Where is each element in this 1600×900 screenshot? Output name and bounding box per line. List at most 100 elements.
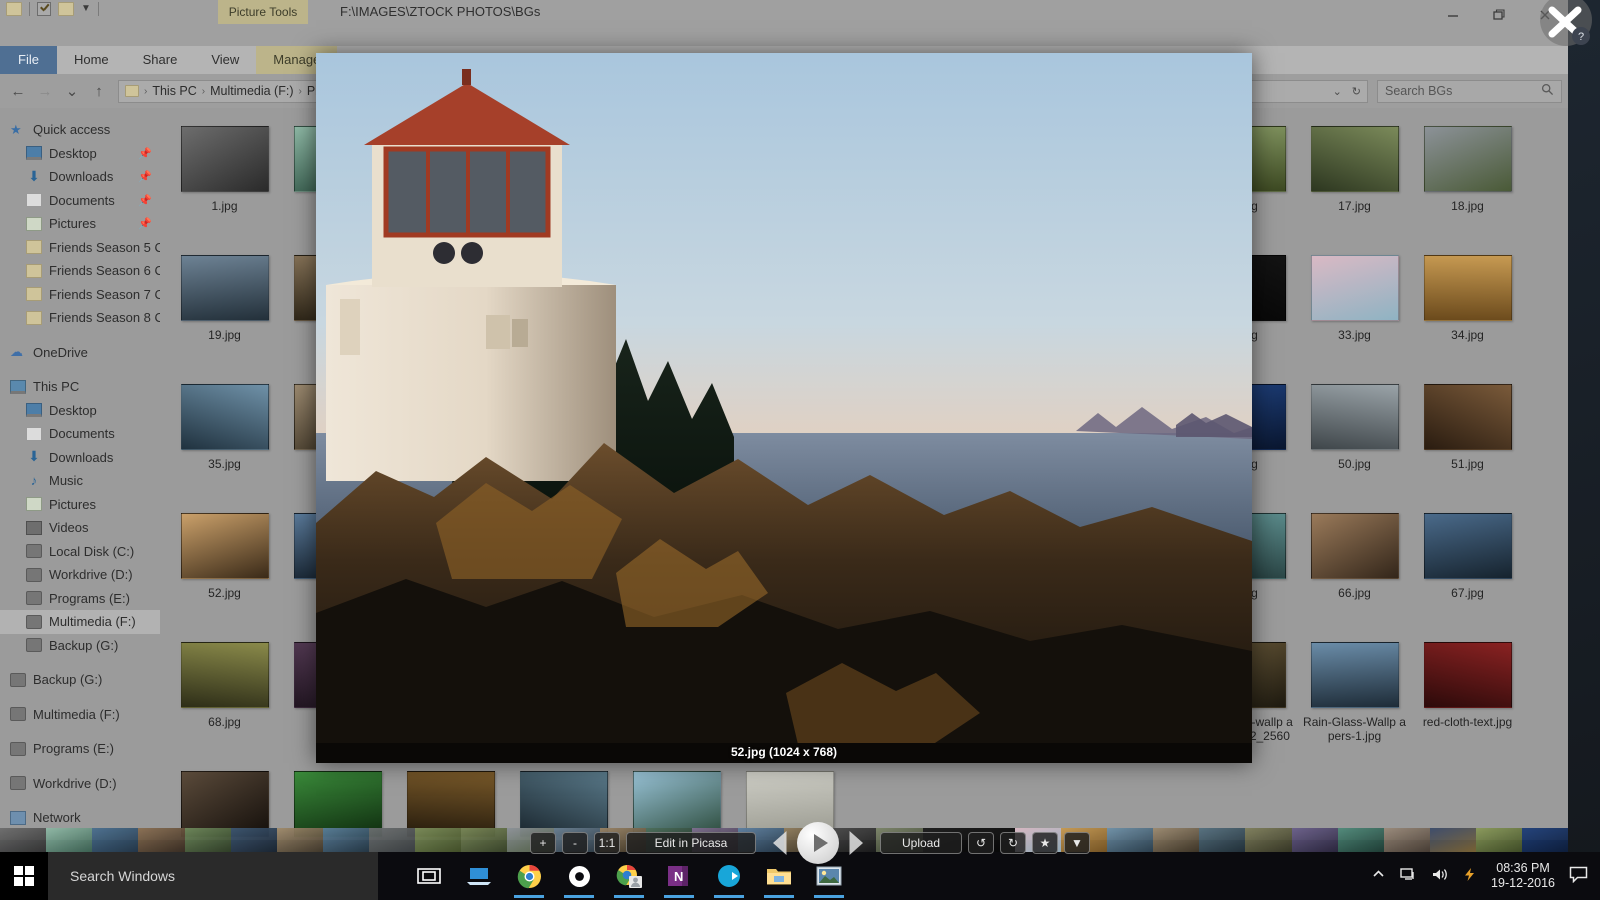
sidebar-item-workdrive-d[interactable]: Workdrive (D:)	[0, 563, 160, 587]
sidebar-section-quick-access[interactable]: ★Quick access	[0, 118, 160, 142]
sidebar-item-friends-season-5-cc[interactable]: Friends Season 5 Cc	[0, 236, 160, 260]
start-button[interactable]	[0, 852, 48, 900]
ribbon-tab-file[interactable]: File	[0, 46, 57, 74]
ribbon-tab-share[interactable]: Share	[126, 46, 195, 74]
task-view-icon[interactable]	[406, 854, 452, 898]
sidebar-item-documents[interactable]: Documents	[0, 422, 160, 446]
clock[interactable]: 08:36 PM 19-12-2016	[1491, 861, 1555, 891]
sidebar-item-pictures[interactable]: Pictures📌	[0, 212, 160, 236]
edit-in-picasa-button[interactable]: Edit in Picasa	[626, 832, 756, 854]
onenote-icon[interactable]: N	[656, 854, 702, 898]
recent-locations-button[interactable]: ⌄	[60, 79, 84, 103]
sidebar-item-downloads[interactable]: ⬇Downloads📌	[0, 165, 160, 189]
file-tile[interactable]: 17.jpg	[1298, 122, 1411, 251]
star-button[interactable]: ★	[1032, 832, 1058, 854]
new-folder-icon[interactable]	[58, 2, 74, 16]
network-icon[interactable]	[1400, 867, 1417, 885]
sidebar-item-backup-g[interactable]: Backup (G:)	[0, 634, 160, 658]
zoom-out-button[interactable]: -	[562, 832, 588, 854]
sidebar-item-programs-e[interactable]: Programs (E:)	[0, 737, 160, 761]
sidebar-item-backup-g[interactable]: Backup (G:)	[0, 668, 160, 692]
file-tile[interactable]: 34.jpg	[1411, 251, 1524, 380]
properties-icon[interactable]	[37, 2, 51, 16]
search-icon	[1541, 83, 1554, 99]
volume-icon[interactable]	[1431, 867, 1448, 885]
refresh-icon[interactable]: ↻	[1352, 85, 1361, 98]
sidebar-item-label: This PC	[33, 379, 79, 394]
sidebar-item-music[interactable]: ♪Music	[0, 469, 160, 493]
remote-desktop-icon[interactable]	[456, 854, 502, 898]
restore-button[interactable]	[1476, 0, 1522, 30]
sidebar-item-desktop[interactable]: Desktop	[0, 399, 160, 423]
sidebar-item-programs-e[interactable]: Programs (E:)	[0, 587, 160, 611]
search-box[interactable]: Search BGs	[1377, 80, 1562, 103]
play-slideshow-button[interactable]	[797, 822, 839, 864]
file-tile[interactable]: 51.jpg	[1411, 380, 1524, 509]
file-thumbnail	[181, 126, 269, 192]
sidebar-item-local-disk-c[interactable]: Local Disk (C:)	[0, 540, 160, 564]
sidebar-item-friends-season-7-cc[interactable]: Friends Season 7 Cc	[0, 283, 160, 307]
more-options-button[interactable]: ▼	[1064, 832, 1090, 854]
file-name-label: 67.jpg	[1414, 586, 1522, 600]
file-tile[interactable]: 1.jpg	[168, 122, 281, 251]
sidebar-section-this-pc[interactable]: This PC	[0, 375, 160, 399]
action-center-icon[interactable]	[1569, 866, 1588, 886]
playback-controls	[762, 821, 874, 865]
power-icon[interactable]	[1462, 867, 1477, 885]
pin-icon[interactable]: 📌	[138, 147, 152, 160]
file-tile[interactable]: red-cloth-text.jpg	[1411, 638, 1524, 767]
search-windows-box[interactable]: Search Windows	[48, 852, 378, 900]
pin-icon[interactable]: 📌	[138, 194, 152, 207]
close-button[interactable]	[1522, 0, 1568, 30]
sidebar-item-videos[interactable]: Videos	[0, 516, 160, 540]
file-tile[interactable]: 67.jpg	[1411, 509, 1524, 638]
file-tile[interactable]: 50.jpg	[1298, 380, 1411, 509]
navigation-pane[interactable]: ★Quick accessDesktop📌⬇Downloads📌Document…	[0, 108, 160, 840]
back-button[interactable]: ←	[6, 79, 30, 103]
zoom-in-button[interactable]: +	[530, 832, 556, 854]
sidebar-item-pictures[interactable]: Pictures	[0, 493, 160, 517]
drive-icon	[10, 673, 26, 687]
pin-icon[interactable]: 📌	[138, 217, 152, 230]
upload-button[interactable]: Upload	[880, 832, 962, 854]
pin-icon[interactable]: 📌	[138, 170, 152, 183]
settings-gear-icon[interactable]	[556, 854, 602, 898]
sidebar-item-multimedia-f[interactable]: Multimedia (F:)	[0, 703, 160, 727]
breadcrumb-item-0[interactable]: This PC	[152, 84, 196, 98]
actual-size-button[interactable]: 1:1	[594, 832, 620, 854]
sidebar-item-desktop[interactable]: Desktop📌	[0, 142, 160, 166]
chrome-icon[interactable]	[506, 854, 552, 898]
file-tile[interactable]: 18.jpg	[1411, 122, 1524, 251]
sidebar-item-friends-season-6-cc[interactable]: Friends Season 6 Cc	[0, 259, 160, 283]
sidebar-item-multimedia-f[interactable]: Multimedia (F:)	[0, 610, 160, 634]
file-tile[interactable]: 19.jpg	[168, 251, 281, 380]
chrome-profile-icon[interactable]	[606, 854, 652, 898]
sidebar-item-downloads[interactable]: ⬇Downloads	[0, 446, 160, 470]
minimize-button[interactable]	[1430, 0, 1476, 30]
sidebar-section-onedrive[interactable]: ☁OneDrive	[0, 341, 160, 365]
file-tile[interactable]: 35.jpg	[168, 380, 281, 509]
file-tile[interactable]: 66.jpg	[1298, 509, 1411, 638]
sidebar-item-workdrive-d[interactable]: Workdrive (D:)	[0, 772, 160, 796]
file-tile[interactable]: 33.jpg	[1298, 251, 1411, 380]
breadcrumb-item-1[interactable]: Multimedia (F:)	[210, 84, 293, 98]
file-tile[interactable]: Rain-Glass-Wallp apers-1.jpg	[1298, 638, 1411, 767]
photo-viewer-window[interactable]: 52.jpg (1024 x 768)	[316, 53, 1252, 763]
up-button[interactable]: ↑	[87, 79, 111, 103]
show-hidden-icons-button[interactable]	[1371, 867, 1386, 885]
file-tile[interactable]: 68.jpg	[168, 638, 281, 767]
sidebar-item-documents[interactable]: Documents📌	[0, 189, 160, 213]
file-tile[interactable]: 52.jpg	[168, 509, 281, 638]
ribbon-tab-view[interactable]: View	[194, 46, 256, 74]
drive-icon	[10, 776, 26, 790]
sidebar-item-network[interactable]: Network	[0, 806, 160, 830]
sidebar-item-friends-season-8-cc[interactable]: Friends Season 8 Cc	[0, 306, 160, 330]
forward-button[interactable]: →	[33, 79, 57, 103]
previous-locations-icon[interactable]: ⌄	[1333, 85, 1342, 98]
rotate-left-button[interactable]: ↺	[968, 832, 994, 854]
photo-image	[316, 53, 1252, 763]
rotate-right-button[interactable]: ↻	[1000, 832, 1026, 854]
chevron-down-icon[interactable]: ▼	[81, 4, 91, 14]
share-app-icon[interactable]	[706, 854, 752, 898]
ribbon-tab-home[interactable]: Home	[57, 46, 126, 74]
